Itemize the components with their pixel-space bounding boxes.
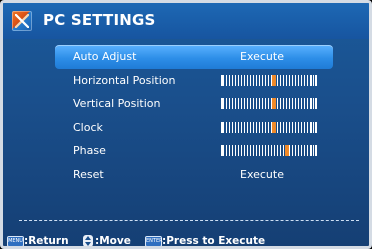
move-hint: :Move xyxy=(95,235,131,247)
menu-item-label: Horizontal Position xyxy=(73,73,176,87)
pc-settings-menu: PC SETTINGS Auto Adjust Execute Horizont… xyxy=(0,0,372,249)
menu-item-label: Reset xyxy=(73,167,104,181)
key-hints-footer: MENU :Return :Move ENTER :Press to Execu… xyxy=(3,233,369,247)
slider-thumb[interactable] xyxy=(271,74,276,86)
menu-item-label: Auto Adjust xyxy=(73,50,137,63)
title-bar: PC SETTINGS xyxy=(3,3,369,39)
phase-slider[interactable] xyxy=(221,145,317,156)
return-hint: :Return xyxy=(24,235,69,247)
menu-item-label: Vertical Position xyxy=(73,97,161,110)
slider-thumb[interactable] xyxy=(285,145,290,156)
slider-thumb[interactable] xyxy=(271,121,276,133)
menu-key-icon: MENU xyxy=(7,236,24,246)
menu-item-label: Clock xyxy=(73,120,103,134)
footer-divider xyxy=(19,220,359,221)
page-title: PC SETTINGS xyxy=(43,11,156,29)
menu-item-clock[interactable]: Clock xyxy=(55,116,333,140)
clock-slider[interactable] xyxy=(221,121,317,133)
menu-item-auto-adjust[interactable]: Auto Adjust Execute xyxy=(55,45,333,69)
execute-value[interactable]: Execute xyxy=(240,45,284,69)
horizontal-position-slider[interactable] xyxy=(221,74,317,86)
enter-key-icon: ENTER xyxy=(145,236,163,246)
settings-list: Auto Adjust Execute Horizontal Position … xyxy=(55,45,333,186)
pc-settings-icon xyxy=(12,11,32,31)
menu-item-label: Phase xyxy=(73,144,106,157)
menu-item-phase[interactable]: Phase xyxy=(55,139,333,163)
up-down-arrows-icon xyxy=(83,235,93,246)
menu-item-horizontal-position[interactable]: Horizontal Position xyxy=(55,69,333,93)
menu-item-vertical-position[interactable]: Vertical Position xyxy=(55,92,333,116)
menu-item-reset[interactable]: Reset Execute xyxy=(55,163,333,187)
execute-value[interactable]: Execute xyxy=(240,163,284,187)
slider-thumb[interactable] xyxy=(271,98,276,109)
execute-hint: :Press to Execute xyxy=(162,235,266,247)
vertical-position-slider[interactable] xyxy=(221,98,317,109)
